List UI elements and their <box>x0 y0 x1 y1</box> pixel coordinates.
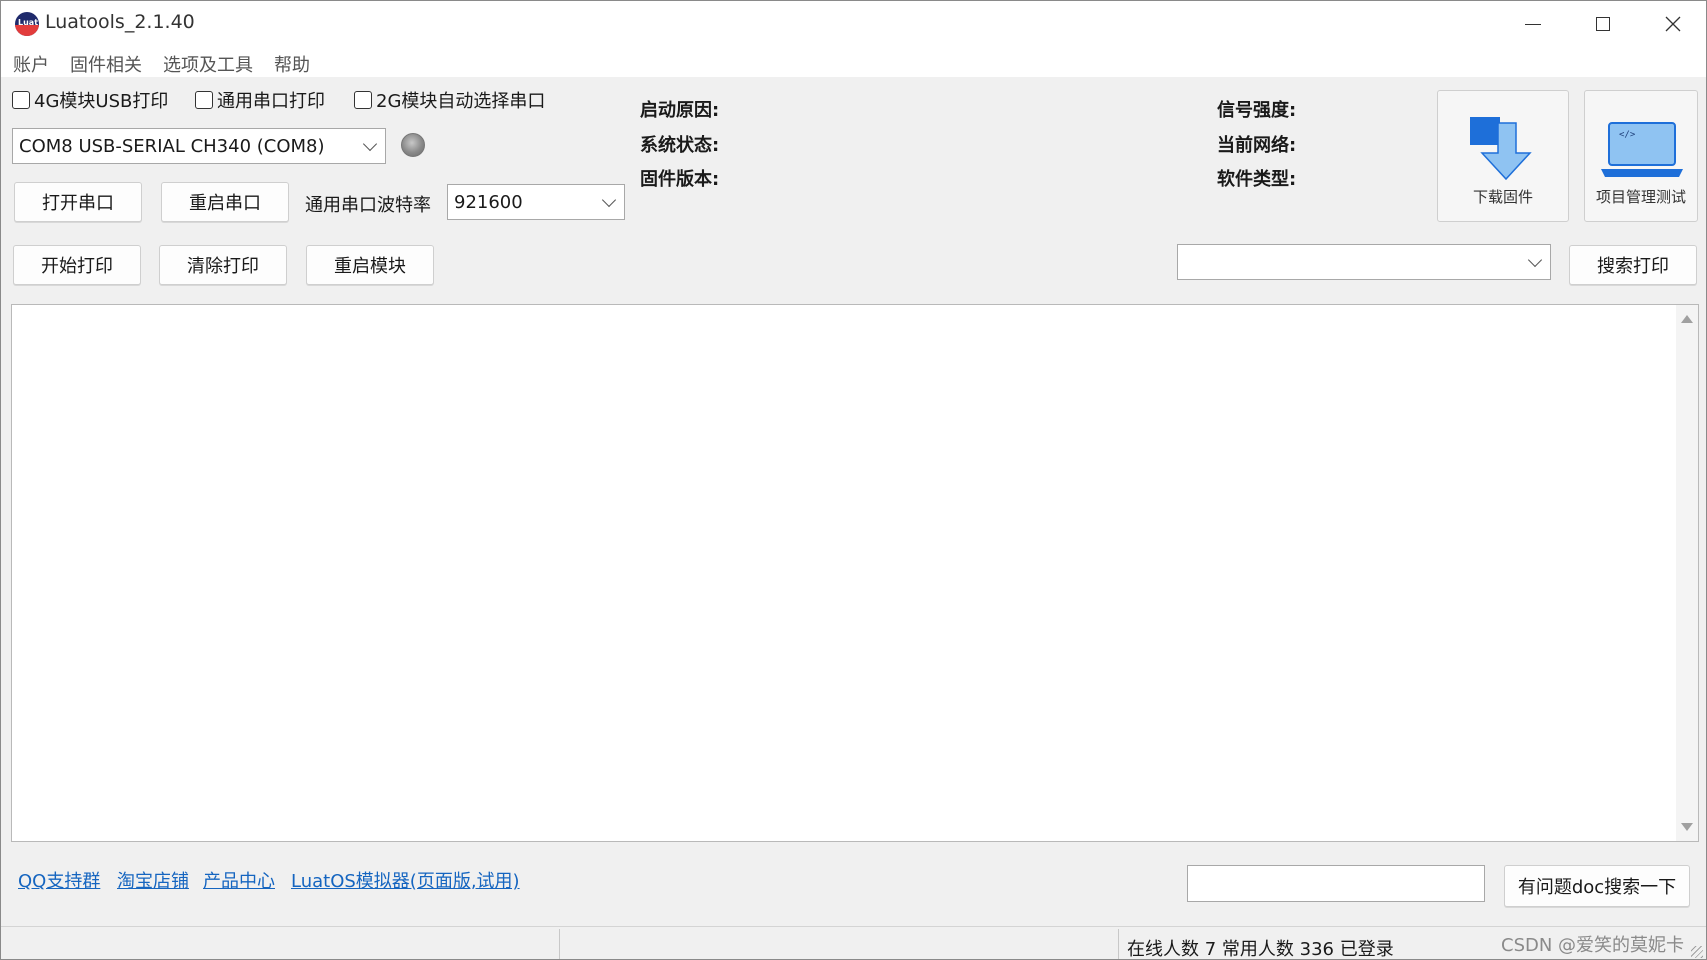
scroll-up-icon[interactable] <box>1681 315 1693 323</box>
maximize-icon <box>1596 17 1610 31</box>
software-type-label: 软件类型: <box>1217 169 1297 190</box>
app-window: Luat Luatools_2.1.40 账户 固件相关 选项及工具 帮助 4G… <box>0 0 1707 960</box>
online-status-text: 在线人数 7 常用人数 336 已登录 <box>1127 939 1394 960</box>
close-icon <box>1665 16 1681 32</box>
download-firmware-button[interactable]: 下载固件 <box>1437 90 1569 222</box>
chevron-down-icon <box>601 192 617 208</box>
link-product-center[interactable]: 产品中心 <box>203 867 275 893</box>
search-print-button[interactable]: 搜索打印 <box>1569 245 1697 285</box>
start-print-button[interactable]: 开始打印 <box>13 245 141 285</box>
project-test-label: 项目管理测试 <box>1595 188 1686 206</box>
system-status-label: 系统状态: <box>640 135 720 156</box>
doc-search-input[interactable] <box>1187 865 1485 902</box>
port-select-value: COM8 USB-SERIAL CH340 (COM8) <box>19 135 325 157</box>
minimize-icon <box>1525 23 1541 25</box>
scroll-down-icon[interactable] <box>1681 823 1693 831</box>
svg-text:</>: </> <box>1619 130 1636 140</box>
checkbox-label: 2G模块自动选择串口 <box>376 91 546 112</box>
download-firmware-label: 下载固件 <box>1472 188 1533 206</box>
menu-firmware[interactable]: 固件相关 <box>70 51 142 77</box>
window-title: Luatools_2.1.40 <box>45 11 195 33</box>
resize-grip-icon[interactable] <box>1691 946 1703 958</box>
status-led-icon <box>401 133 425 157</box>
checkbox-4g-usb-print[interactable]: 4G模块USB打印 <box>12 89 169 112</box>
open-port-button[interactable]: 打开串口 <box>14 182 142 222</box>
menu-options-tools[interactable]: 选项及工具 <box>163 51 253 77</box>
port-select[interactable]: COM8 USB-SERIAL CH340 (COM8) <box>12 128 386 164</box>
checkbox-box[interactable] <box>12 91 30 109</box>
clear-print-button[interactable]: 清除打印 <box>159 245 287 285</box>
project-test-button[interactable]: </> 项目管理测试 <box>1584 90 1698 222</box>
restart-port-button[interactable]: 重启串口 <box>161 182 289 222</box>
app-logo-icon: Luat <box>15 12 39 36</box>
baud-rate-label: 通用串口波特率 <box>305 195 431 216</box>
status-separator <box>559 929 560 959</box>
watermark: CSDN @爱笑的莫妮卡 <box>1501 935 1685 956</box>
search-select[interactable] <box>1177 244 1551 280</box>
link-taobao-store[interactable]: 淘宝店铺 <box>117 867 189 893</box>
maximize-button[interactable] <box>1568 1 1638 47</box>
chevron-down-icon <box>362 136 378 152</box>
chevron-down-icon <box>1527 252 1543 268</box>
baud-rate-select[interactable]: 921600 <box>447 184 625 220</box>
checkbox-box[interactable] <box>354 91 372 109</box>
link-luatos-simulator[interactable]: LuatOS模拟器(页面版,试用) <box>291 867 520 893</box>
baud-rate-value: 921600 <box>454 191 523 213</box>
download-icon <box>1470 117 1532 181</box>
menu-account[interactable]: 账户 <box>13 51 49 77</box>
checkbox-label: 通用串口打印 <box>217 91 325 112</box>
boot-reason-label: 启动原因: <box>640 100 720 121</box>
log-scrollbar[interactable] <box>1676 305 1698 841</box>
title-bar: Luat Luatools_2.1.40 <box>1 1 1706 47</box>
menu-bar: 账户 固件相关 选项及工具 帮助 <box>1 47 1706 77</box>
firmware-version-label: 固件版本: <box>640 169 720 190</box>
status-bar: 在线人数 7 常用人数 336 已登录 <box>1 926 1706 960</box>
current-network-label: 当前网络: <box>1217 135 1297 156</box>
restart-module-button[interactable]: 重启模块 <box>306 245 434 285</box>
checkbox-label: 4G模块USB打印 <box>34 91 169 112</box>
log-output[interactable] <box>11 304 1699 842</box>
menu-help[interactable]: 帮助 <box>274 51 310 77</box>
doc-search-button[interactable]: 有问题doc搜索一下 <box>1504 865 1690 907</box>
checkbox-2g-auto-port[interactable]: 2G模块自动选择串口 <box>354 89 546 112</box>
minimize-button[interactable] <box>1498 1 1568 47</box>
status-separator <box>1118 929 1119 959</box>
checkbox-box[interactable] <box>195 91 213 109</box>
signal-strength-label: 信号强度: <box>1217 100 1297 121</box>
link-qq-group[interactable]: QQ支持群 <box>18 867 100 893</box>
laptop-code-icon: </> <box>1601 122 1683 177</box>
close-button[interactable] <box>1638 1 1706 47</box>
checkbox-serial-print[interactable]: 通用串口打印 <box>195 89 325 112</box>
